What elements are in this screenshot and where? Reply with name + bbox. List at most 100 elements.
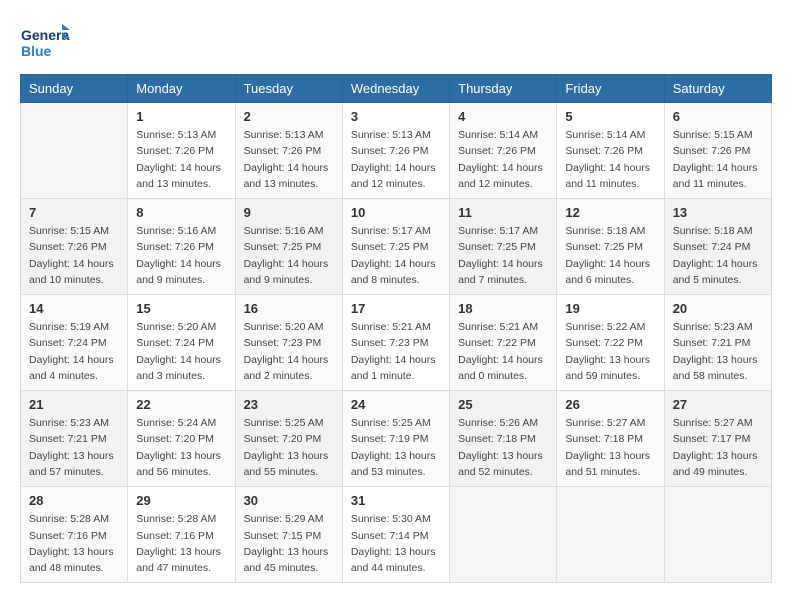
calendar-cell: 21 Sunrise: 5:23 AM Sunset: 7:21 PM Dayli… xyxy=(21,391,128,487)
day-info: Sunrise: 5:13 AM Sunset: 7:26 PM Dayligh… xyxy=(351,127,441,192)
logo-graphic: General Blue xyxy=(20,20,70,64)
calendar-week-row: 1Sunrise: 5:13 AM Sunset: 7:26 PM Daylig… xyxy=(21,103,772,199)
day-number: 21 xyxy=(29,397,119,412)
day-info: Sunrise: 5:24 AM Sunset: 7:20 PM Dayligh… xyxy=(136,415,226,480)
calendar-cell: 17 Sunrise: 5:21 AM Sunset: 7:23 PM Dayli… xyxy=(342,295,449,391)
day-info: Sunrise: 5:15 AM Sunset: 7:26 PM Dayligh… xyxy=(673,127,763,192)
day-number: 19 xyxy=(565,301,655,316)
day-number: 23 xyxy=(244,397,334,412)
calendar-cell: 26 Sunrise: 5:27 AM Sunset: 7:18 PM Dayli… xyxy=(557,391,664,487)
svg-text:Blue: Blue xyxy=(21,43,52,59)
day-info: Sunrise: 5:13 AM Sunset: 7:26 PM Dayligh… xyxy=(136,127,226,192)
day-info: Sunrise: 5:20 AM Sunset: 7:23 PM Dayligh… xyxy=(244,319,334,384)
day-number: 9 xyxy=(244,205,334,220)
calendar-cell: 12 Sunrise: 5:18 AM Sunset: 7:25 PM Dayli… xyxy=(557,199,664,295)
day-number: 31 xyxy=(351,493,441,508)
day-info: Sunrise: 5:16 AM Sunset: 7:25 PM Dayligh… xyxy=(244,223,334,288)
day-number: 15 xyxy=(136,301,226,316)
day-number: 14 xyxy=(29,301,119,316)
calendar-cell: 13 Sunrise: 5:18 AM Sunset: 7:24 PM Dayli… xyxy=(664,199,771,295)
day-number: 18 xyxy=(458,301,548,316)
calendar-cell: 6 Sunrise: 5:15 AM Sunset: 7:26 PM Daylig… xyxy=(664,103,771,199)
day-number: 16 xyxy=(244,301,334,316)
calendar-cell: 31Sunrise: 5:30 AM Sunset: 7:14 PM Dayli… xyxy=(342,487,449,583)
weekday-header-friday: Friday xyxy=(557,75,664,103)
day-info: Sunrise: 5:22 AM Sunset: 7:22 PM Dayligh… xyxy=(565,319,655,384)
calendar-week-row: 14 Sunrise: 5:19 AM Sunset: 7:24 PM Dayli… xyxy=(21,295,772,391)
day-info: Sunrise: 5:28 AM Sunset: 7:16 PM Dayligh… xyxy=(29,511,119,576)
calendar-cell: 16 Sunrise: 5:20 AM Sunset: 7:23 PM Dayli… xyxy=(235,295,342,391)
calendar-cell xyxy=(450,487,557,583)
calendar-cell: 15 Sunrise: 5:20 AM Sunset: 7:24 PM Dayli… xyxy=(128,295,235,391)
calendar-cell: 2 Sunrise: 5:13 AM Sunset: 7:26 PM Daylig… xyxy=(235,103,342,199)
weekday-header-saturday: Saturday xyxy=(664,75,771,103)
day-info: Sunrise: 5:23 AM Sunset: 7:21 PM Dayligh… xyxy=(673,319,763,384)
calendar-cell: 30 Sunrise: 5:29 AM Sunset: 7:15 PM Dayli… xyxy=(235,487,342,583)
calendar-cell: 19 Sunrise: 5:22 AM Sunset: 7:22 PM Dayli… xyxy=(557,295,664,391)
calendar-week-row: 21 Sunrise: 5:23 AM Sunset: 7:21 PM Dayli… xyxy=(21,391,772,487)
calendar-week-row: 7 Sunrise: 5:15 AM Sunset: 7:26 PM Daylig… xyxy=(21,199,772,295)
day-info: Sunrise: 5:18 AM Sunset: 7:24 PM Dayligh… xyxy=(673,223,763,288)
day-info: Sunrise: 5:23 AM Sunset: 7:21 PM Dayligh… xyxy=(29,415,119,480)
day-info: Sunrise: 5:25 AM Sunset: 7:19 PM Dayligh… xyxy=(351,415,441,480)
calendar-cell: 23 Sunrise: 5:25 AM Sunset: 7:20 PM Dayli… xyxy=(235,391,342,487)
day-info: Sunrise: 5:19 AM Sunset: 7:24 PM Dayligh… xyxy=(29,319,119,384)
day-number: 6 xyxy=(673,109,763,124)
day-info: Sunrise: 5:26 AM Sunset: 7:18 PM Dayligh… xyxy=(458,415,548,480)
day-info: Sunrise: 5:25 AM Sunset: 7:20 PM Dayligh… xyxy=(244,415,334,480)
day-number: 17 xyxy=(351,301,441,316)
day-info: Sunrise: 5:20 AM Sunset: 7:24 PM Dayligh… xyxy=(136,319,226,384)
day-number: 26 xyxy=(565,397,655,412)
day-number: 22 xyxy=(136,397,226,412)
calendar-cell: 18Sunrise: 5:21 AM Sunset: 7:22 PM Dayli… xyxy=(450,295,557,391)
day-number: 4 xyxy=(458,109,548,124)
day-info: Sunrise: 5:28 AM Sunset: 7:16 PM Dayligh… xyxy=(136,511,226,576)
logo-container: General Blue xyxy=(20,20,70,64)
weekday-header-row: SundayMondayTuesdayWednesdayThursdayFrid… xyxy=(21,75,772,103)
logo: General Blue xyxy=(20,20,70,64)
calendar-cell: 24 Sunrise: 5:25 AM Sunset: 7:19 PM Dayli… xyxy=(342,391,449,487)
calendar-cell: 28Sunrise: 5:28 AM Sunset: 7:16 PM Dayli… xyxy=(21,487,128,583)
day-info: Sunrise: 5:14 AM Sunset: 7:26 PM Dayligh… xyxy=(458,127,548,192)
day-info: Sunrise: 5:27 AM Sunset: 7:17 PM Dayligh… xyxy=(673,415,763,480)
day-number: 12 xyxy=(565,205,655,220)
day-number: 2 xyxy=(244,109,334,124)
calendar-cell: 10 Sunrise: 5:17 AM Sunset: 7:25 PM Dayli… xyxy=(342,199,449,295)
weekday-header-sunday: Sunday xyxy=(21,75,128,103)
weekday-header-tuesday: Tuesday xyxy=(235,75,342,103)
day-number: 3 xyxy=(351,109,441,124)
day-number: 20 xyxy=(673,301,763,316)
day-info: Sunrise: 5:18 AM Sunset: 7:25 PM Dayligh… xyxy=(565,223,655,288)
calendar-cell: 9 Sunrise: 5:16 AM Sunset: 7:25 PM Daylig… xyxy=(235,199,342,295)
day-number: 7 xyxy=(29,205,119,220)
day-info: Sunrise: 5:17 AM Sunset: 7:25 PM Dayligh… xyxy=(458,223,548,288)
calendar-week-row: 28Sunrise: 5:28 AM Sunset: 7:16 PM Dayli… xyxy=(21,487,772,583)
day-number: 13 xyxy=(673,205,763,220)
calendar-cell: 11Sunrise: 5:17 AM Sunset: 7:25 PM Dayli… xyxy=(450,199,557,295)
calendar-cell: 1Sunrise: 5:13 AM Sunset: 7:26 PM Daylig… xyxy=(128,103,235,199)
weekday-header-thursday: Thursday xyxy=(450,75,557,103)
calendar-cell xyxy=(21,103,128,199)
day-info: Sunrise: 5:13 AM Sunset: 7:26 PM Dayligh… xyxy=(244,127,334,192)
day-number: 30 xyxy=(244,493,334,508)
page-header: General Blue xyxy=(20,20,772,64)
calendar-cell xyxy=(557,487,664,583)
calendar-cell: 14 Sunrise: 5:19 AM Sunset: 7:24 PM Dayli… xyxy=(21,295,128,391)
day-info: Sunrise: 5:16 AM Sunset: 7:26 PM Dayligh… xyxy=(136,223,226,288)
calendar-cell: 27Sunrise: 5:27 AM Sunset: 7:17 PM Dayli… xyxy=(664,391,771,487)
day-number: 24 xyxy=(351,397,441,412)
calendar-cell: 3 Sunrise: 5:13 AM Sunset: 7:26 PM Daylig… xyxy=(342,103,449,199)
calendar-cell: 7 Sunrise: 5:15 AM Sunset: 7:26 PM Daylig… xyxy=(21,199,128,295)
day-info: Sunrise: 5:17 AM Sunset: 7:25 PM Dayligh… xyxy=(351,223,441,288)
calendar-cell: 5Sunrise: 5:14 AM Sunset: 7:26 PM Daylig… xyxy=(557,103,664,199)
calendar-cell: 29Sunrise: 5:28 AM Sunset: 7:16 PM Dayli… xyxy=(128,487,235,583)
calendar-cell xyxy=(664,487,771,583)
day-info: Sunrise: 5:29 AM Sunset: 7:15 PM Dayligh… xyxy=(244,511,334,576)
day-info: Sunrise: 5:15 AM Sunset: 7:26 PM Dayligh… xyxy=(29,223,119,288)
day-number: 10 xyxy=(351,205,441,220)
calendar-cell: 20 Sunrise: 5:23 AM Sunset: 7:21 PM Dayli… xyxy=(664,295,771,391)
calendar-table: SundayMondayTuesdayWednesdayThursdayFrid… xyxy=(20,74,772,583)
day-info: Sunrise: 5:21 AM Sunset: 7:23 PM Dayligh… xyxy=(351,319,441,384)
day-info: Sunrise: 5:27 AM Sunset: 7:18 PM Dayligh… xyxy=(565,415,655,480)
weekday-header-wednesday: Wednesday xyxy=(342,75,449,103)
